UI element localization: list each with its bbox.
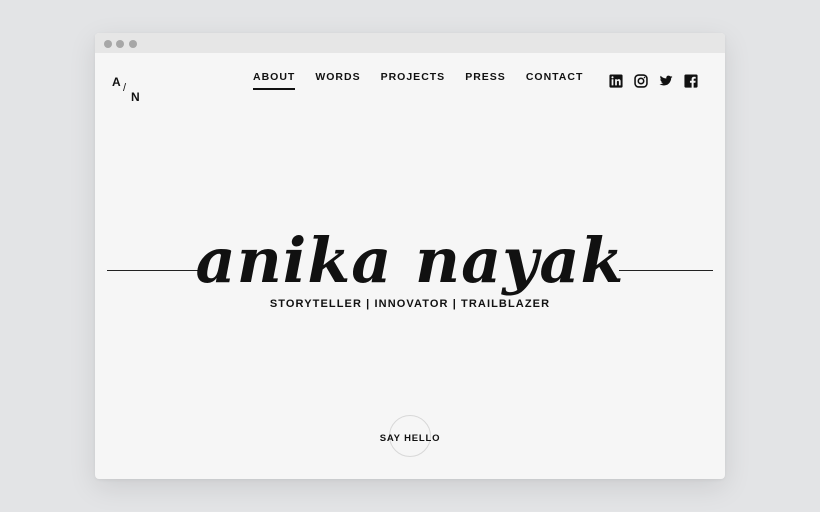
main-nav: ABOUT WORDS PROJECTS PRESS CONTACT [253, 71, 584, 90]
window-dot-minimize[interactable] [116, 40, 124, 48]
linkedin-icon[interactable] [609, 74, 623, 88]
browser-window: A / N ABOUT WORDS PROJECTS PRESS CONTACT [95, 33, 725, 479]
logo-letter-a: A [112, 75, 121, 89]
hero-tagline: STORYTELLER | INNOVATOR | TRAILBLAZER [269, 298, 551, 310]
facebook-icon[interactable] [684, 74, 698, 88]
nav-item-press[interactable]: PRESS [465, 71, 506, 89]
nav-item-about[interactable]: ABOUT [253, 71, 296, 90]
logo-letter-n: N [131, 90, 140, 104]
nav-item-contact[interactable]: CONTACT [526, 71, 584, 89]
logo-slash: / [123, 82, 127, 94]
window-dot-maximize[interactable] [129, 40, 137, 48]
twitter-icon[interactable] [659, 74, 673, 88]
say-hello-button[interactable]: SAY HELLO [95, 433, 725, 444]
nav-item-projects[interactable]: PROJECTS [381, 71, 446, 89]
instagram-icon[interactable] [634, 74, 648, 88]
window-dot-close[interactable] [104, 40, 112, 48]
nav-item-words[interactable]: WORDS [315, 71, 360, 89]
hero-name: anika nayak [195, 223, 625, 297]
social-links [609, 74, 698, 88]
site-logo[interactable]: A / N [112, 75, 142, 105]
window-titlebar [95, 33, 725, 53]
